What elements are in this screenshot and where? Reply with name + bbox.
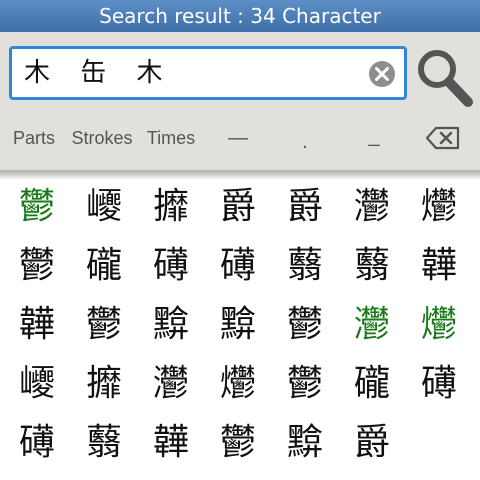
result-character[interactable]: 灪	[138, 355, 204, 413]
result-character[interactable]: 爵	[272, 178, 338, 236]
result-character[interactable]: 鬱	[71, 296, 137, 354]
result-character[interactable]: 韡	[4, 296, 70, 354]
result-character[interactable]: 韡	[138, 414, 204, 472]
backspace-icon[interactable]	[426, 126, 460, 150]
result-character[interactable]: 韡	[406, 237, 472, 295]
search-input[interactable]: 木 缶 木	[9, 46, 407, 100]
search-icon[interactable]	[414, 46, 474, 108]
result-character[interactable]: 鬱	[4, 237, 70, 295]
toolbar: Parts Strokes Times — . _	[0, 120, 480, 156]
strokes-button[interactable]: Strokes	[68, 120, 136, 156]
result-character[interactable]: 攠	[138, 178, 204, 236]
clear-icon[interactable]	[368, 60, 396, 88]
result-character[interactable]: 礡	[4, 414, 70, 472]
result-character[interactable]: 灪	[339, 178, 405, 236]
result-character[interactable]: 黭	[272, 414, 338, 472]
page-title: Search result : 34 Character	[99, 4, 381, 28]
result-character[interactable]: 巎	[71, 178, 137, 236]
title-bar: Search result : 34 Character	[0, 0, 480, 32]
search-input-value: 木 缶 木	[24, 58, 167, 88]
result-character[interactable]: 礲	[339, 355, 405, 413]
result-character[interactable]: 爵	[339, 414, 405, 472]
result-character[interactable]: 蘙	[71, 414, 137, 472]
search-panel: 木 缶 木 Parts Strokes Times — . _	[0, 32, 480, 172]
result-character[interactable]: 攠	[71, 355, 137, 413]
result-character[interactable]: 巎	[4, 355, 70, 413]
result-character[interactable]: 礡	[205, 237, 271, 295]
result-character[interactable]: 灪	[339, 296, 405, 354]
result-character[interactable]: 爩	[406, 178, 472, 236]
result-character[interactable]: 爩	[205, 355, 271, 413]
underscore-key[interactable]: _	[358, 118, 390, 154]
result-character[interactable]: 鬱	[4, 178, 70, 236]
result-character[interactable]: 黭	[205, 296, 271, 354]
parts-button[interactable]: Parts	[8, 120, 60, 156]
result-character[interactable]: 礡	[406, 355, 472, 413]
result-character[interactable]: 爵	[205, 178, 271, 236]
result-character[interactable]: 鬱	[205, 414, 271, 472]
result-character[interactable]: 黭	[138, 296, 204, 354]
result-character[interactable]: 蘙	[339, 237, 405, 295]
result-character[interactable]: 蘙	[272, 237, 338, 295]
dot-key[interactable]: .	[290, 124, 320, 160]
dash-key[interactable]: —	[220, 120, 256, 156]
result-character[interactable]: 鬱	[272, 355, 338, 413]
result-character[interactable]: 爩	[406, 296, 472, 354]
result-character[interactable]: 礡	[138, 237, 204, 295]
times-button[interactable]: Times	[142, 120, 200, 156]
result-character[interactable]: 鬱	[272, 296, 338, 354]
result-character[interactable]: 礲	[71, 237, 137, 295]
